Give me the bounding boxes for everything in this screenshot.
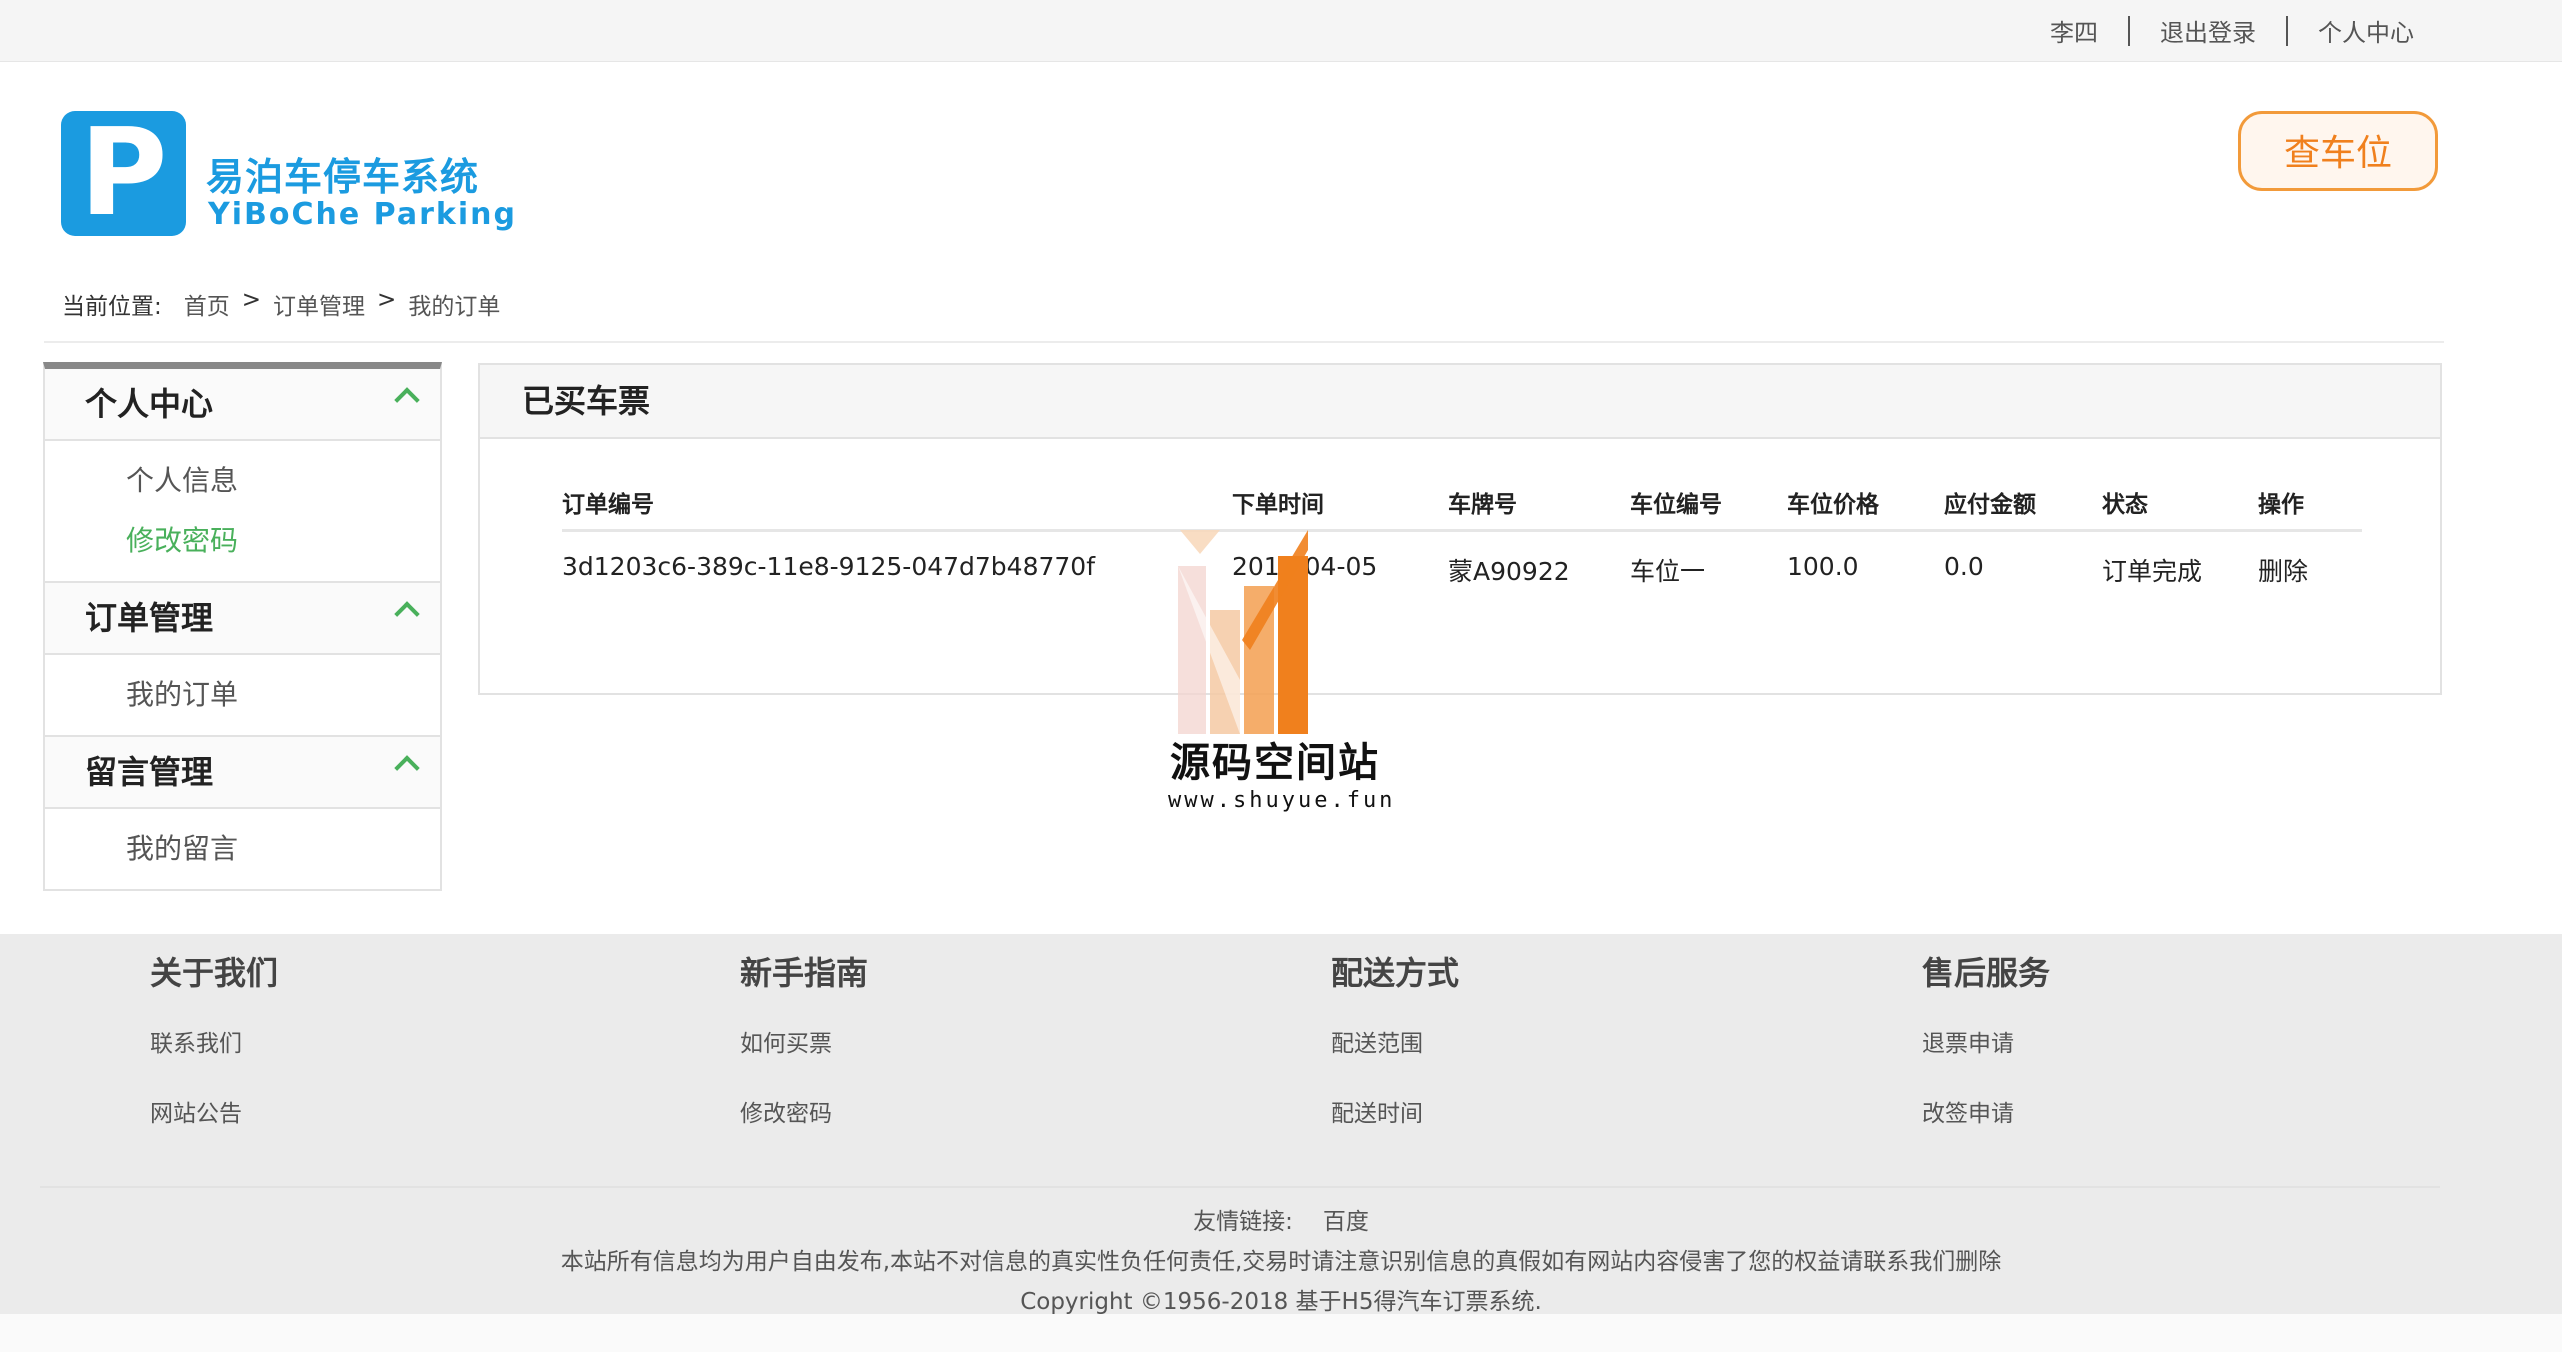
sidebar-item-personal-info[interactable]: 个人信息 bbox=[45, 451, 440, 511]
footer-link[interactable]: 联系我们 bbox=[150, 1024, 242, 1058]
breadcrumb-home[interactable]: 首页 bbox=[184, 287, 230, 321]
column-header: 订单编号 bbox=[562, 492, 654, 518]
footer-link[interactable]: 配送时间 bbox=[1331, 1094, 1423, 1128]
order-id: 3d1203c6-389c-11e8-9125-047d7b48770f bbox=[562, 552, 1096, 581]
plate-number: 蒙A90922 bbox=[1448, 557, 1570, 586]
divider bbox=[2128, 15, 2130, 46]
footer-link[interactable]: 修改密码 bbox=[740, 1094, 832, 1128]
sidebar-section-personal[interactable]: 个人中心 bbox=[45, 369, 440, 441]
copyright-text: Copyright ©1956-2018 基于H5得汽车订票系统. bbox=[1020, 1289, 1542, 1315]
space-number: 车位一 bbox=[1630, 557, 1706, 586]
breadcrumb-orders[interactable]: 订单管理 bbox=[273, 287, 365, 321]
footer-link[interactable]: 如何买票 bbox=[740, 1024, 832, 1058]
sidebar-section-items: 个人信息 修改密码 bbox=[45, 441, 440, 583]
sidebar-item-my-orders[interactable]: 我的订单 bbox=[45, 665, 440, 725]
orders-table: 订单编号 下单时间 车牌号 车位编号 车位价格 应付金额 状态 操作 3d120… bbox=[562, 485, 2362, 600]
personal-center-link[interactable]: 个人中心 bbox=[2318, 13, 2414, 48]
breadcrumb: 当前位置: 首页 > 订单管理 > 我的订单 bbox=[62, 287, 500, 321]
username-link[interactable]: 李四 bbox=[2050, 13, 2098, 48]
footer-link[interactable]: 退票申请 bbox=[1922, 1024, 2014, 1058]
sidebar-section-title: 留言管理 bbox=[85, 753, 214, 791]
sidebar-item-change-password[interactable]: 修改密码 bbox=[45, 511, 440, 571]
sidebar-section-messages[interactable]: 留言管理 bbox=[45, 737, 440, 809]
logo-letter: P bbox=[79, 104, 168, 243]
logo-icon[interactable]: P bbox=[61, 111, 186, 236]
column-header: 操作 bbox=[2258, 492, 2304, 518]
panel-title: 已买车票 bbox=[522, 382, 651, 420]
watermark-url: www.shuyue.fun bbox=[1168, 788, 1396, 813]
breadcrumb-my-orders[interactable]: 我的订单 bbox=[408, 287, 500, 321]
sidebar-section-title: 订单管理 bbox=[85, 599, 214, 637]
divider bbox=[44, 341, 2444, 343]
column-header: 状态 bbox=[2102, 492, 2148, 518]
sidebar-section-items: 我的订单 bbox=[45, 655, 440, 737]
disclaimer-text: 本站所有信息均为用户自由发布,本站不对信息的真实性负任何责任,交易时请注意识别信… bbox=[560, 1249, 2002, 1275]
page-bottom bbox=[0, 1314, 2562, 1352]
sidebar: 个人中心 个人信息 修改密码 订单管理 我的订单 留言管理 我的留言 bbox=[43, 362, 442, 891]
sidebar-section-title: 个人中心 bbox=[85, 385, 214, 423]
watermark-title: 源码空间站 bbox=[1170, 740, 1380, 786]
footer-column-title: 关于我们 bbox=[150, 954, 279, 992]
friend-links-label: 友情链接: bbox=[1193, 1209, 1293, 1235]
footer: 关于我们 联系我们 网站公告 新手指南 如何买票 修改密码 配送方式 配送范围 … bbox=[0, 934, 2562, 1315]
breadcrumb-separator: > bbox=[241, 287, 262, 313]
table-row: 3d1203c6-389c-11e8-9125-047d7b48770f 201… bbox=[562, 532, 2362, 600]
orders-panel: 已买车票 订单编号 下单时间 车牌号 车位编号 车位价格 应付金额 状态 操作 … bbox=[478, 363, 2442, 695]
logo-title-cn: 易泊车停车系统 bbox=[206, 155, 480, 199]
footer-column-title: 新手指南 bbox=[740, 954, 869, 992]
divider bbox=[40, 1186, 2440, 1188]
footer-link[interactable]: 配送范围 bbox=[1331, 1024, 1423, 1058]
sidebar-item-my-messages[interactable]: 我的留言 bbox=[45, 819, 440, 879]
top-links: 李四 退出登录 个人中心 bbox=[2050, 0, 2414, 61]
footer-link[interactable]: 改签申请 bbox=[1922, 1094, 2014, 1128]
top-bar: 李四 退出登录 个人中心 bbox=[0, 0, 2562, 62]
column-header: 车位编号 bbox=[1630, 492, 1722, 518]
amount-due: 0.0 bbox=[1944, 552, 1984, 581]
footer-column-title: 售后服务 bbox=[1922, 954, 2051, 992]
friend-links: 友情链接: 百度 bbox=[0, 1202, 2562, 1236]
column-header: 车位价格 bbox=[1787, 492, 1879, 518]
delete-link[interactable]: 删除 bbox=[2258, 552, 2308, 588]
status-badge: 订单完成 bbox=[2102, 557, 2203, 586]
table-header-row: 订单编号 下单时间 车牌号 车位编号 车位价格 应付金额 状态 操作 bbox=[562, 485, 2362, 532]
column-header: 下单时间 bbox=[1232, 492, 1324, 518]
check-parking-button[interactable]: 查车位 bbox=[2238, 111, 2438, 191]
chevron-up-icon[interactable] bbox=[394, 755, 420, 781]
footer-link[interactable]: 网站公告 bbox=[150, 1094, 242, 1128]
sidebar-section-orders[interactable]: 订单管理 bbox=[45, 583, 440, 655]
chevron-up-icon[interactable] bbox=[394, 601, 420, 627]
panel-header: 已买车票 bbox=[480, 365, 2440, 439]
column-header: 车牌号 bbox=[1448, 492, 1517, 518]
footer-column-title: 配送方式 bbox=[1331, 954, 1460, 992]
space-price: 100.0 bbox=[1787, 552, 1859, 581]
divider bbox=[2286, 15, 2288, 46]
logo-title-en: YiBoChe Parking bbox=[208, 197, 517, 232]
sidebar-section-items: 我的留言 bbox=[45, 809, 440, 889]
chevron-up-icon[interactable] bbox=[394, 387, 420, 413]
logout-link[interactable]: 退出登录 bbox=[2160, 13, 2256, 48]
column-header: 应付金额 bbox=[1944, 492, 2036, 518]
breadcrumb-separator: > bbox=[377, 287, 397, 313]
friend-link-baidu[interactable]: 百度 bbox=[1323, 1209, 1369, 1235]
breadcrumb-label: 当前位置: bbox=[62, 294, 162, 320]
